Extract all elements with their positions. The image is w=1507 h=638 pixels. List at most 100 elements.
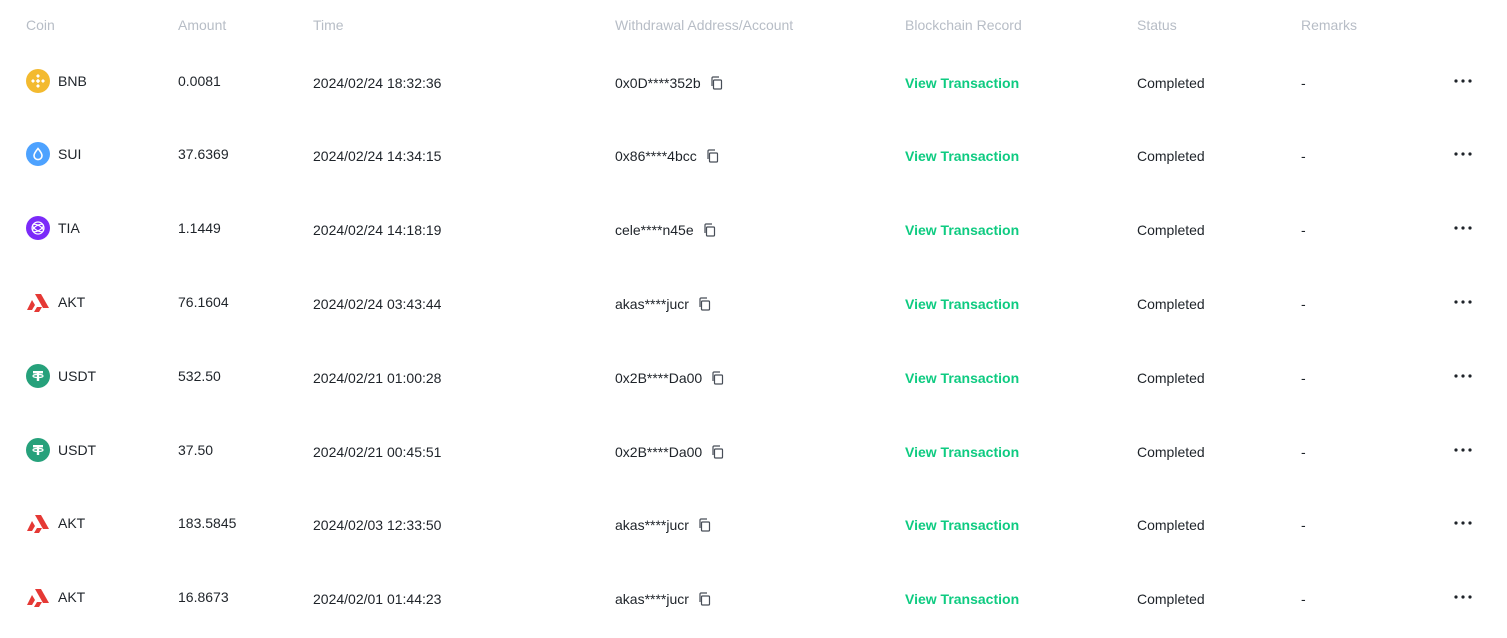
- coin-symbol: AKT: [58, 589, 86, 605]
- time-cell: 2024/02/01 01:44:23: [313, 591, 442, 607]
- view-transaction-link[interactable]: View Transaction: [905, 148, 1019, 164]
- time-cell: 2024/02/24 18:32:36: [313, 75, 442, 91]
- copy-icon[interactable]: [697, 591, 713, 607]
- address-text: 0x2B****Da00: [615, 444, 703, 460]
- coin-symbol: TIA: [58, 220, 80, 236]
- view-transaction-link[interactable]: View Transaction: [905, 75, 1019, 91]
- time-cell: 2024/02/24 14:34:15: [313, 148, 442, 164]
- address-cell: 0x0D****352b: [615, 46, 725, 120]
- table-header: Coin Amount Time Withdrawal Address/Acco…: [0, 0, 1507, 50]
- akt-icon: [26, 511, 50, 535]
- address-cell: akas****jucr: [615, 488, 713, 562]
- table-row: USDT 37.50 2024/02/21 00:45:51 0x2B****D…: [0, 415, 1507, 489]
- header-amount: Amount: [178, 17, 227, 33]
- more-cell: [1453, 119, 1473, 193]
- view-transaction-link[interactable]: View Transaction: [905, 444, 1019, 460]
- blockchain-cell: View Transaction: [905, 267, 1019, 341]
- remarks-cell: -: [1301, 444, 1306, 460]
- table-row: AKT 76.1604 2024/02/24 03:43:44 akas****…: [0, 267, 1507, 341]
- coin-cell: TIA: [26, 193, 80, 267]
- time-cell: 2024/02/03 12:33:50: [313, 517, 442, 533]
- more-horizontal-icon[interactable]: [1453, 71, 1473, 91]
- more-cell: [1453, 415, 1473, 489]
- remarks-cell: -: [1301, 148, 1306, 164]
- status-cell: Completed: [1137, 444, 1205, 460]
- coin-cell: USDT: [26, 341, 96, 415]
- more-cell: [1453, 562, 1473, 636]
- coin-cell: AKT: [26, 488, 85, 562]
- address-cell: 0x86****4bcc: [615, 119, 721, 193]
- view-transaction-link[interactable]: View Transaction: [905, 370, 1019, 386]
- blockchain-cell: View Transaction: [905, 562, 1019, 636]
- address-text: cele****n45e: [615, 222, 694, 238]
- amount-cell: 76.1604: [178, 294, 229, 310]
- more-cell: [1453, 488, 1473, 562]
- address-cell: 0x2B****Da00: [615, 341, 726, 415]
- remarks-cell: -: [1301, 222, 1306, 238]
- akt-icon: [26, 290, 50, 314]
- remarks-cell: -: [1301, 75, 1306, 91]
- copy-icon[interactable]: [697, 517, 713, 533]
- address-text: 0x2B****Da00: [615, 370, 703, 386]
- coin-symbol: AKT: [58, 294, 86, 310]
- header-blockchain: Blockchain Record: [905, 17, 1022, 33]
- tia-icon: [26, 216, 50, 240]
- withdrawal-history-table: Coin Amount Time Withdrawal Address/Acco…: [0, 0, 1507, 638]
- table-row: BNB 0.0081 2024/02/24 18:32:36 0x0D****3…: [0, 46, 1507, 120]
- amount-cell: 0.0081: [178, 73, 221, 89]
- copy-icon[interactable]: [709, 75, 725, 91]
- amount-cell: 37.6369: [178, 146, 229, 162]
- coin-symbol: BNB: [58, 73, 87, 89]
- amount-cell: 183.5845: [178, 515, 237, 531]
- copy-icon[interactable]: [702, 222, 718, 238]
- address-text: 0x0D****352b: [615, 75, 701, 91]
- akt-icon: [26, 585, 50, 609]
- amount-cell: 1.1449: [178, 220, 221, 236]
- blockchain-cell: View Transaction: [905, 193, 1019, 267]
- more-horizontal-icon[interactable]: [1453, 587, 1473, 607]
- table-row: AKT 16.8673 2024/02/01 01:44:23 akas****…: [0, 562, 1507, 636]
- more-horizontal-icon[interactable]: [1453, 292, 1473, 312]
- sui-icon: [26, 142, 50, 166]
- usdt-icon: [26, 438, 50, 462]
- status-cell: Completed: [1137, 75, 1205, 91]
- more-horizontal-icon[interactable]: [1453, 513, 1473, 533]
- copy-icon[interactable]: [710, 444, 726, 460]
- status-cell: Completed: [1137, 517, 1205, 533]
- coin-symbol: AKT: [58, 515, 86, 531]
- more-cell: [1453, 341, 1473, 415]
- header-remarks: Remarks: [1301, 17, 1358, 33]
- address-text: akas****jucr: [615, 296, 689, 312]
- view-transaction-link[interactable]: View Transaction: [905, 591, 1019, 607]
- remarks-cell: -: [1301, 296, 1306, 312]
- address-cell: akas****jucr: [615, 267, 713, 341]
- remarks-cell: -: [1301, 517, 1306, 533]
- more-cell: [1453, 267, 1473, 341]
- view-transaction-link[interactable]: View Transaction: [905, 517, 1019, 533]
- time-cell: 2024/02/24 03:43:44: [313, 296, 442, 312]
- blockchain-cell: View Transaction: [905, 119, 1019, 193]
- copy-icon[interactable]: [697, 296, 713, 312]
- amount-cell: 532.50: [178, 368, 221, 384]
- address-cell: akas****jucr: [615, 562, 713, 636]
- table-row: SUI 37.6369 2024/02/24 14:34:15 0x86****…: [0, 119, 1507, 193]
- table-row: USDT 532.50 2024/02/21 01:00:28 0x2B****…: [0, 341, 1507, 415]
- remarks-cell: -: [1301, 591, 1306, 607]
- amount-cell: 16.8673: [178, 589, 229, 605]
- coin-symbol: USDT: [58, 368, 97, 384]
- status-cell: Completed: [1137, 148, 1205, 164]
- more-horizontal-icon[interactable]: [1453, 440, 1473, 460]
- more-horizontal-icon[interactable]: [1453, 218, 1473, 238]
- coin-symbol: USDT: [58, 442, 97, 458]
- address-text: akas****jucr: [615, 517, 689, 533]
- header-address: Withdrawal Address/Account: [615, 17, 794, 33]
- address-text: 0x86****4bcc: [615, 148, 697, 164]
- address-cell: cele****n45e: [615, 193, 718, 267]
- more-horizontal-icon[interactable]: [1453, 144, 1473, 164]
- coin-cell: AKT: [26, 562, 85, 636]
- copy-icon[interactable]: [705, 148, 721, 164]
- more-horizontal-icon[interactable]: [1453, 366, 1473, 386]
- copy-icon[interactable]: [710, 370, 726, 386]
- view-transaction-link[interactable]: View Transaction: [905, 296, 1019, 312]
- view-transaction-link[interactable]: View Transaction: [905, 222, 1019, 238]
